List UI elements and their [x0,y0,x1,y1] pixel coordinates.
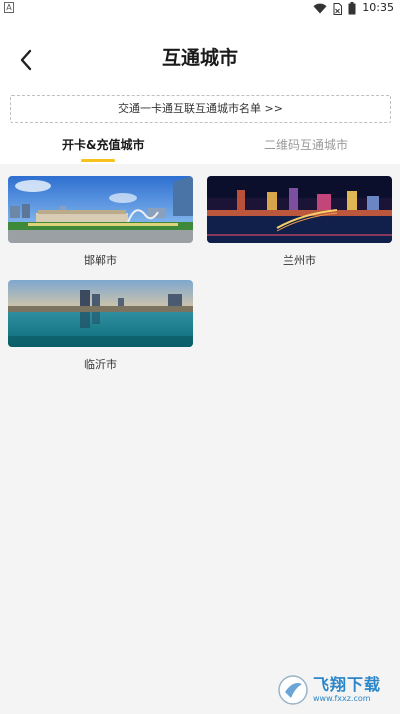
city-image-linyi [8,280,193,347]
status-icons [313,2,356,15]
top-panel: 交通一卡通互联互通城市名单 >> 开卡&充值城市 二维码互通城市 [0,90,400,164]
city-name: 临沂市 [84,358,117,371]
city-name: 兰州市 [283,254,316,267]
app-header: 互通城市 [0,16,400,90]
watermark-icon [278,675,308,705]
city-name: 邯郸市 [84,254,117,267]
status-bar: A 10:35 [0,0,400,16]
sim-icon [333,2,342,15]
city-card-linyi[interactable]: 临沂市 [8,280,193,372]
tab-card-recharge-cities[interactable]: 开卡&充值城市 [62,136,144,153]
city-card-lanzhou[interactable]: 兰州市 [207,176,392,268]
active-tab-indicator [81,159,115,162]
city-image-lanzhou [207,176,392,243]
watermark-text: 飞翔下载 [313,675,382,694]
tab-qr-code-cities[interactable]: 二维码互通城市 [264,136,348,153]
watermark-logo: 飞翔下载 www.fxxz.com [277,672,390,708]
status-time: 10:35 [362,1,394,14]
watermark-url: www.fxxz.com [313,694,371,703]
page-title: 互通城市 [161,47,238,69]
city-list-link[interactable]: 交通一卡通互联互通城市名单 >> [10,95,391,123]
app-indicator: A [4,2,14,13]
battery-icon [348,2,356,15]
city-image-handan [8,176,193,243]
city-card-handan[interactable]: 邯郸市 [8,176,193,268]
wifi-icon [313,3,327,14]
